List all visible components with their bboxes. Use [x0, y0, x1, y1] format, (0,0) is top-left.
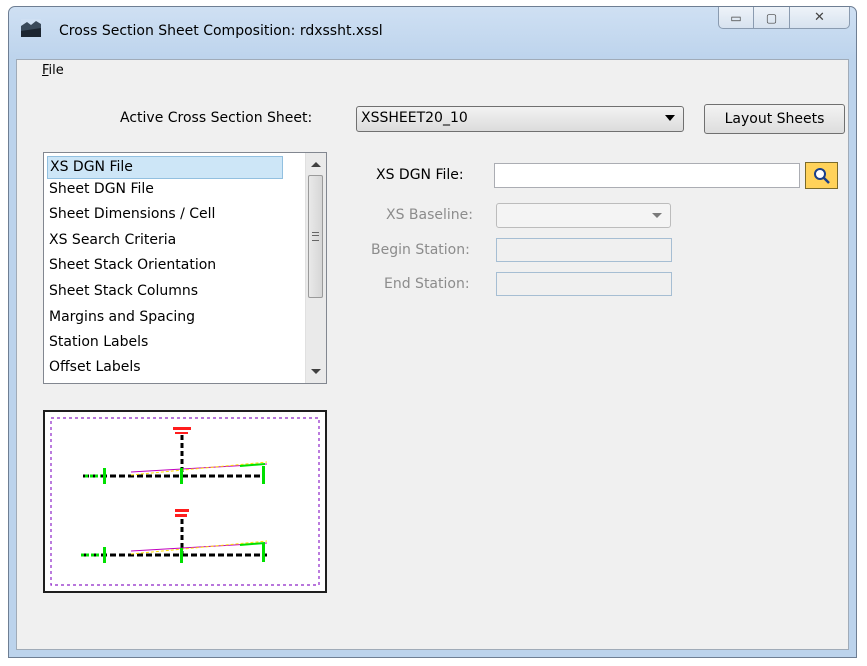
- layout-sheets-button[interactable]: Layout Sheets: [704, 104, 845, 134]
- menu-file[interactable]: File: [42, 63, 64, 78]
- dialog-client: File Active Cross Section Sheet: XSSHEET…: [16, 59, 849, 650]
- magnifier-icon: [813, 167, 830, 184]
- xs-baseline-label: XS Baseline:: [386, 207, 474, 223]
- end-station-label: End Station:: [384, 276, 470, 292]
- cross-section-1: [83, 427, 268, 484]
- begin-station-input[interactable]: [496, 238, 672, 262]
- chevron-down-icon: [665, 115, 675, 121]
- title-bar[interactable]: Cross Section Sheet Composition: rdxssht…: [9, 7, 856, 59]
- active-sheet-value: XSSHEET20_10: [361, 110, 468, 126]
- close-icon: ✕: [814, 10, 825, 25]
- active-sheet-label: Active Cross Section Sheet:: [120, 110, 313, 126]
- minimize-icon: ▭: [730, 10, 742, 25]
- close-button[interactable]: ✕: [790, 7, 850, 29]
- list-item[interactable]: Sheet Stack Orientation: [47, 254, 289, 276]
- cross-section-2: [81, 509, 268, 563]
- scroll-down-arrow-icon[interactable]: [311, 369, 321, 374]
- grip-icon: [312, 232, 319, 241]
- scroll-up-arrow-icon[interactable]: [311, 162, 321, 167]
- list-item[interactable]: Sheet Dimensions / Cell: [47, 203, 289, 225]
- end-station-input[interactable]: [496, 272, 672, 296]
- maximize-button[interactable]: ▢: [754, 7, 790, 29]
- browse-button[interactable]: [805, 162, 838, 189]
- cross-section-icon: [21, 19, 41, 37]
- window-title: Cross Section Sheet Composition: rdxssht…: [59, 23, 383, 39]
- sheet-preview: [43, 410, 327, 593]
- list-item[interactable]: Margins and Spacing: [47, 306, 289, 328]
- category-list[interactable]: XS DGN File Sheet DGN File Sheet Dimensi…: [43, 152, 327, 384]
- menu-bar: File: [17, 60, 848, 82]
- list-item[interactable]: XS DGN File: [47, 156, 283, 179]
- active-sheet-dropdown[interactable]: XSSHEET20_10: [356, 106, 684, 132]
- list-item[interactable]: Sheet Stack Columns: [47, 280, 289, 302]
- dialog-window: Cross Section Sheet Composition: rdxssht…: [8, 6, 857, 658]
- sheet-preview-drawing: [50, 417, 320, 586]
- begin-station-label: Begin Station:: [371, 242, 470, 258]
- list-item[interactable]: Offset Labels: [47, 356, 289, 378]
- list-item[interactable]: Station Labels: [47, 331, 289, 353]
- chevron-down-icon: [652, 213, 662, 218]
- list-item[interactable]: XS Search Criteria: [47, 229, 289, 251]
- xs-baseline-dropdown[interactable]: [496, 203, 671, 228]
- minimize-button[interactable]: ▭: [718, 7, 754, 29]
- scrollbar-thumb[interactable]: [308, 175, 323, 298]
- list-scrollbar[interactable]: [305, 153, 326, 383]
- xs-dgn-file-label: XS DGN File:: [376, 167, 464, 183]
- list-item[interactable]: Sheet DGN File: [47, 178, 289, 200]
- maximize-icon: ▢: [765, 10, 778, 25]
- xs-dgn-file-input[interactable]: [494, 163, 800, 188]
- menu-file-label: ile: [48, 63, 64, 78]
